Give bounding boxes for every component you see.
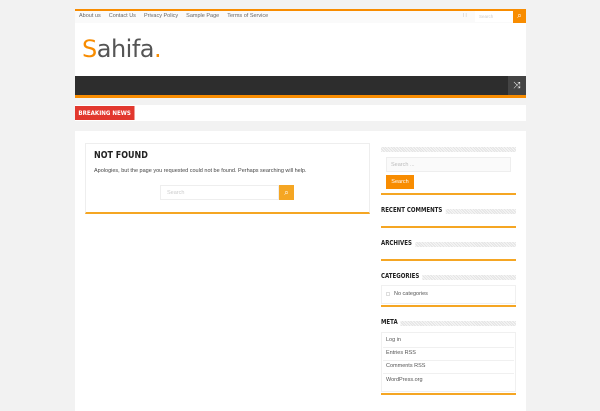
divider [383,347,514,348]
rss-icon[interactable]: ∷ [463,12,467,19]
divider [383,360,514,361]
main-nav [75,76,526,98]
sidebar-search-button[interactable]: Search [386,175,414,189]
widget-divider [381,305,516,307]
top-nav-terms[interactable]: Terms of Service [223,13,272,19]
meta-entries-rss-link[interactable]: Entries RSS [386,350,416,356]
top-search-button[interactable]: ⌕ [513,9,526,23]
top-nav-about[interactable]: About us [75,13,105,19]
breaking-news-bar [75,105,526,121]
sidebar-search-input[interactable]: Search ... [386,157,511,172]
widget-divider [381,226,516,228]
top-nav-contact[interactable]: Contact Us [105,13,140,19]
logo-s: S [82,35,97,63]
random-article-button[interactable]: ⤨ [508,76,526,95]
no-categories-text: No categories [394,291,428,297]
breaking-news-label: BREAKING NEWS [75,106,135,120]
top-nav-sample[interactable]: Sample Page [182,13,223,19]
divider [383,373,514,374]
site-logo[interactable]: Sahifa. [82,35,162,63]
widget-divider [381,259,516,261]
search-input[interactable]: Search [160,185,279,200]
recent-comments-title: RECENT COMMENTS [381,206,446,214]
widget-header-stripe [381,147,516,152]
not-found-message: Apologies, but the page you requested co… [94,168,307,174]
shuffle-icon: ⤨ [513,80,521,90]
top-search-input[interactable]: Search [475,11,513,22]
search-icon: ⌕ [517,11,522,20]
meta-title: META [381,318,401,326]
top-bar: About us Contact Us Privacy Policy Sampl… [75,9,526,23]
widget-header-stripe [381,321,516,326]
meta-comments-rss-link[interactable]: Comments RSS [386,363,425,369]
search-button[interactable]: ⌕ [279,185,294,200]
widget-divider [381,393,516,395]
meta-box [381,332,516,392]
logo-dot: . [153,35,162,63]
top-nav-privacy[interactable]: Privacy Policy [140,13,182,19]
meta-wordpress-link[interactable]: WordPress.org [386,377,423,383]
top-nav: About us Contact Us Privacy Policy Sampl… [75,13,272,19]
widget-divider [381,193,516,195]
logo-text: ahifa [96,35,155,63]
search-icon: ⌕ [284,188,289,197]
page-title: NOT FOUND [94,150,148,161]
meta-login-link[interactable]: Log in [386,337,401,343]
categories-title: CATEGORIES [381,272,423,280]
archives-title: ARCHIVES [381,239,416,247]
checkbox-icon [386,292,390,296]
